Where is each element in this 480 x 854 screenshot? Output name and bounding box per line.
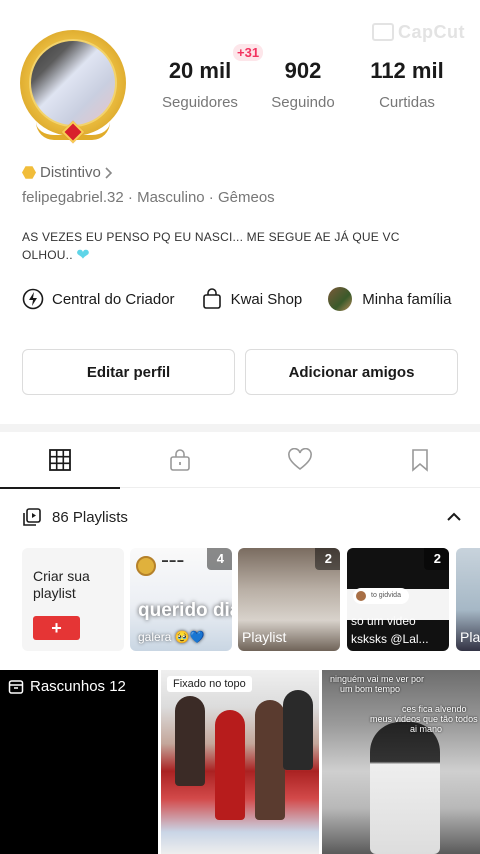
edit-profile-button[interactable]: Editar perfil [22, 349, 235, 395]
playlist-card[interactable]: ▬ ▬ ▬ 4 querido diário... galera 🥹💙 [130, 548, 232, 651]
overlay-subtext: galera [138, 630, 172, 644]
tab-private[interactable] [120, 432, 240, 488]
playlist-card[interactable]: 2 to gidvida so um video ksksks @Lal... [347, 548, 449, 651]
content-tabs [0, 432, 480, 489]
capcut-watermark: CapCut [372, 22, 465, 43]
kwai-shop-link[interactable]: Kwai Shop [201, 288, 303, 310]
create-playlist-card[interactable]: Criar sua playlist + [22, 548, 124, 651]
video-overlay-text: ninguém vai me ver por [330, 674, 425, 684]
playlist-caption: Playlist [242, 629, 287, 645]
video-person [283, 690, 313, 770]
likes-count: 112 mil [370, 58, 444, 83]
video-tile[interactable]: ninguém vai me ver por um bom tempo ces … [322, 670, 480, 854]
likes-stat[interactable]: 112 mil Curtidas [362, 58, 452, 111]
followers-stat[interactable]: 20 mil Seguidores [155, 58, 245, 111]
gender: Masculino [137, 189, 205, 206]
playlist-carousel: Criar sua playlist + ▬ ▬ ▬ 4 querido diá… [22, 548, 480, 652]
badge-label: Distintivo [40, 164, 101, 181]
pinned-video-tile[interactable]: Fixado no topo [161, 670, 319, 854]
chevron-up-icon[interactable] [446, 511, 462, 523]
video-grid: Rascunhos 12 Fixado no topo ninguém vai … [0, 670, 480, 854]
drafts-box-icon [8, 679, 24, 694]
lightning-icon [22, 288, 44, 310]
thumbnail-stats: ▬ ▬ ▬ [162, 558, 184, 564]
lock-icon [170, 449, 190, 471]
profile-avatar[interactable] [16, 26, 130, 144]
avatar-photo [29, 39, 117, 127]
playlist-card[interactable]: Pla [456, 548, 480, 651]
grid-icon [49, 449, 71, 471]
playlist-count: 4 [206, 548, 232, 570]
thumbnail-avatar [136, 556, 156, 576]
video-person [175, 696, 205, 786]
playlists-count: 86 Playlists [52, 508, 128, 526]
kwai-shop-label: Kwai Shop [230, 290, 303, 308]
family-avatar [328, 287, 353, 311]
video-person [255, 700, 285, 820]
quick-links: Central do Criador Kwai Shop Minha famíl… [22, 285, 480, 313]
playlist-caption-line-2: ksksks @Lal... [351, 632, 429, 646]
badge-link[interactable]: Distintivo [22, 164, 114, 181]
followers-label: Seguidores [162, 94, 238, 111]
thumbnail-chip: to gidvida [353, 588, 409, 604]
emoji-icon: 🥹💙 [174, 630, 205, 644]
tab-liked[interactable] [240, 432, 360, 488]
playlist-caption: Pla [460, 629, 480, 645]
username: felipegabriel.32 [22, 189, 124, 206]
playlist-caption-line-1: so um video [351, 614, 416, 628]
section-divider [0, 424, 480, 432]
following-stat[interactable]: 902 Seguindo [263, 58, 343, 111]
playlists-header[interactable]: 86 Playlists [22, 506, 462, 528]
cyan-heart-icon: ❤ [76, 247, 90, 264]
badge-hexagon-icon [22, 166, 36, 179]
following-count: 902 [284, 58, 322, 83]
video-person [215, 710, 245, 820]
following-label: Seguindo [271, 94, 335, 111]
bio-line-1: AS VEZES EU PENSO PQ EU NASCI... ME SEGU… [22, 230, 400, 244]
video-overlay-text: ai mano [410, 724, 443, 734]
playlist-card[interactable]: 2 Playlist [238, 548, 340, 651]
playlist-icon [23, 508, 41, 526]
active-tab-indicator [0, 487, 120, 489]
create-playlist-label: Criar sua playlist [33, 568, 90, 601]
create-playlist-button[interactable]: + [33, 616, 80, 640]
chevron-right-icon [105, 166, 112, 179]
likes-label: Curtidas [379, 94, 435, 111]
tab-saved[interactable] [360, 432, 480, 488]
drafts-label: Rascunhos 12 [30, 678, 126, 695]
playlist-count: 2 [423, 548, 449, 570]
my-family-label: Minha família [362, 290, 452, 308]
zodiac-sign: Gêmeos [217, 189, 275, 206]
heart-icon [288, 448, 312, 471]
drafts-label-row: Rascunhos 12 [8, 678, 126, 695]
separator-dot: · [127, 189, 138, 206]
video-overlay-text: um bom tempo [340, 684, 401, 694]
playlist-overlay-subtext: galera 🥹💙 [138, 630, 205, 644]
video-overlay-text: ces fica alvendo [402, 704, 467, 714]
creator-center-label: Central do Criador [52, 290, 175, 308]
bookmark-icon [412, 449, 428, 472]
add-friends-button[interactable]: Adicionar amigos [245, 349, 458, 395]
capcut-logo-icon [372, 23, 394, 41]
playlist-overlay-text: querido diário... [138, 600, 232, 621]
watermark-text: CapCut [398, 22, 465, 42]
my-family-link[interactable]: Minha família [328, 287, 451, 311]
playlist-count: 2 [314, 548, 340, 570]
shopping-bag-icon [202, 288, 221, 309]
bio-text: AS VEZES EU PENSO PQ EU NASCI... ME SEGU… [22, 228, 462, 265]
video-person [370, 722, 440, 854]
separator-dot: · [208, 189, 218, 206]
pinned-badge: Fixado no topo [167, 676, 252, 692]
followers-count: 20 mil [168, 58, 232, 83]
creator-center-link[interactable]: Central do Criador [22, 288, 175, 310]
drafts-tile[interactable]: Rascunhos 12 [0, 670, 158, 854]
bio-line-2: OLHOU.. [22, 248, 73, 262]
profile-info-row: felipegabriel.32 · Masculino · Gêmeos [22, 189, 275, 206]
video-overlay-text: meus videos que tão todos [370, 714, 478, 724]
tab-grid[interactable] [0, 432, 120, 489]
